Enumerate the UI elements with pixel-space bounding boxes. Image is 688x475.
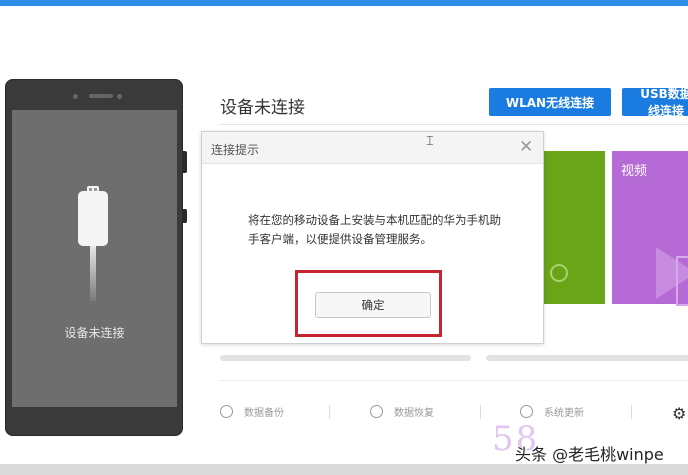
- phone-camera: [73, 94, 78, 99]
- tile-photo-icon: [550, 264, 568, 282]
- watermark-text: 头条 @老毛桃winpe: [515, 445, 664, 464]
- phone-illustration: 设备未连接: [5, 79, 187, 436]
- usb-plug-head: [78, 191, 108, 246]
- restore-icon: [370, 405, 383, 418]
- tile-video[interactable]: 视频: [612, 151, 688, 306]
- divider: [219, 380, 688, 381]
- mouse-cursor-icon: ⌶: [426, 134, 434, 149]
- gear-icon[interactable]: ⚙: [672, 404, 686, 423]
- phone-speaker: [89, 94, 113, 98]
- separator: [631, 405, 632, 419]
- page-title: 设备未连接: [220, 98, 305, 118]
- update-button[interactable]: 系统更新: [520, 404, 584, 419]
- tile-video-label: 视频: [621, 164, 648, 179]
- upload-icon: [520, 405, 533, 418]
- storage-bar: [486, 355, 688, 361]
- backup-label: 数据备份: [244, 408, 284, 419]
- update-label: 系统更新: [544, 408, 584, 419]
- divider: [219, 124, 688, 125]
- wlan-connect-button[interactable]: WLAN无线连接: [489, 88, 611, 116]
- dialog-message: 将在您的移动设备上安装与本机匹配的华为手机助手客户端，以便提供设备管理服务。: [248, 213, 501, 246]
- usb-connect-button[interactable]: USB数据线连接: [622, 88, 688, 116]
- backup-button[interactable]: 数据备份: [220, 404, 284, 419]
- close-icon[interactable]: ✕: [519, 137, 533, 157]
- video-frame-icon: [676, 256, 688, 306]
- restore-button[interactable]: 数据恢复: [370, 404, 434, 419]
- storage-bar: [220, 355, 471, 361]
- phone-sensor: [117, 94, 122, 99]
- top-accent-bar: [0, 0, 688, 6]
- usb-cable: [90, 246, 96, 301]
- tile-photos[interactable]: [540, 151, 605, 304]
- restore-label: 数据恢复: [394, 408, 434, 419]
- phone-screen: 设备未连接: [12, 110, 177, 407]
- highlight-box: [295, 270, 442, 337]
- watermark-strip: [0, 464, 688, 475]
- clock-icon: [220, 405, 233, 418]
- separator: [329, 405, 330, 419]
- phone-side-button: [183, 209, 187, 223]
- separator: [480, 405, 481, 419]
- dialog-title: 连接提示: [211, 143, 260, 157]
- phone-status-label: 设备未连接: [64, 326, 125, 340]
- dialog-header: 连接提示 ✕: [202, 132, 543, 164]
- phone-side-button: [183, 151, 187, 173]
